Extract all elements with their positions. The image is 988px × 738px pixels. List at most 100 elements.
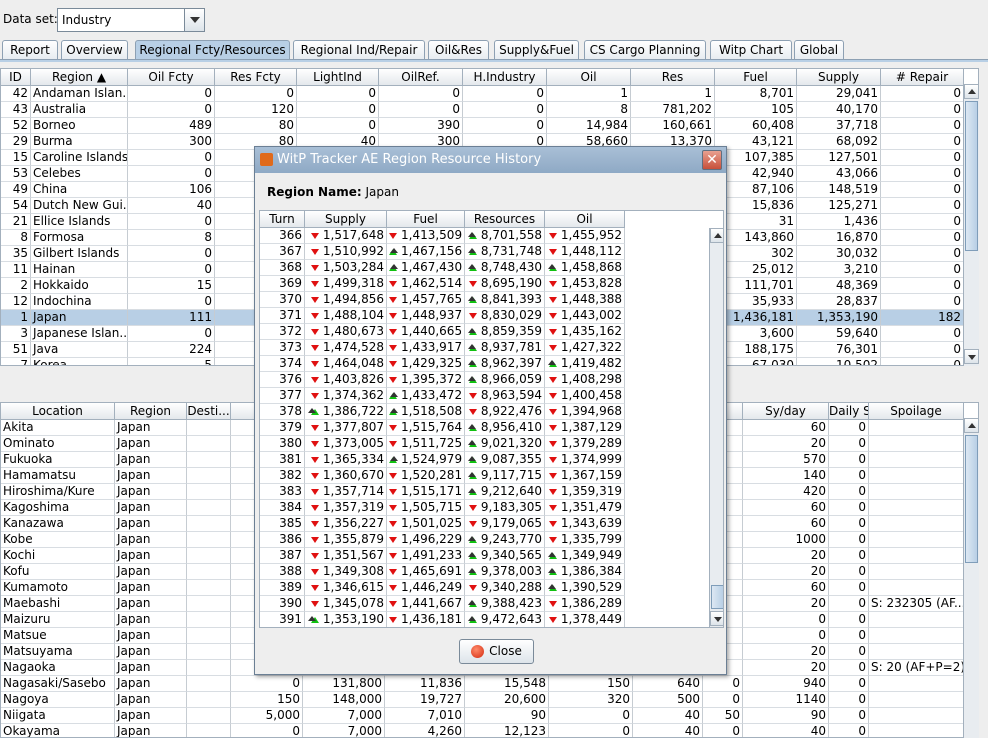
column-header[interactable]: Region bbox=[115, 403, 187, 420]
table-cell: 0 bbox=[743, 628, 829, 644]
table-row[interactable]: 371 1,488,104 1,448,937 8,830,029 1,443,002 bbox=[260, 308, 625, 324]
table-cell: Gilbert Islands bbox=[31, 246, 128, 262]
table-row[interactable]: 377 1,374,362 1,433,472 8,963,594 1,400,458 bbox=[260, 388, 625, 404]
table-row[interactable]: 389 1,346,615 1,446,249 9,340,288 1,390,529 bbox=[260, 580, 625, 596]
table-row[interactable]: 369 1,499,318 1,462,514 8,695,190 1,453,828 bbox=[260, 276, 625, 292]
tab-cs-cargo-planning[interactable]: CS Cargo Planning bbox=[584, 40, 706, 60]
table-row[interactable]: 366 1,517,648 1,413,509 8,701,558 1,455,952 bbox=[260, 228, 625, 244]
scroll-thumb[interactable] bbox=[965, 435, 978, 563]
table-row[interactable]: 380 1,373,005 1,511,725 9,021,320 1,379,289 bbox=[260, 436, 625, 452]
table-row[interactable]: 378 1,386,722 1,518,508 8,922,476 1,394,968 bbox=[260, 404, 625, 420]
column-header[interactable]: Supply bbox=[305, 211, 387, 228]
scroll-up-icon[interactable] bbox=[710, 228, 723, 243]
scroll-thumb[interactable] bbox=[965, 101, 978, 251]
scroll-up-icon[interactable] bbox=[964, 418, 979, 433]
table-row[interactable]: 373 1,474,528 1,433,917 8,937,781 1,427,322 bbox=[260, 340, 625, 356]
chevron-down-icon[interactable] bbox=[184, 9, 204, 31]
column-header[interactable]: Spoilage bbox=[869, 403, 964, 420]
table-row[interactable]: 368 1,503,284 1,467,430 8,748,430 1,458,868 bbox=[260, 260, 625, 276]
column-header[interactable]: ID bbox=[1, 69, 31, 86]
value-cell: 1,379,289 bbox=[545, 436, 625, 452]
tab-global[interactable]: Global bbox=[794, 40, 844, 60]
table-row[interactable]: 383 1,357,714 1,515,171 9,212,640 1,359,319 bbox=[260, 484, 625, 500]
table-row[interactable]: Niigata Japan 5,000 7,000 7,010 90 0 40 50 90 0 bbox=[1, 708, 978, 724]
table-row[interactable]: 391 1,353,190 1,436,181 9,472,643 1,378,449 bbox=[260, 612, 625, 627]
table-cell: 489 bbox=[128, 118, 215, 134]
column-header[interactable]: Oil bbox=[547, 69, 631, 86]
column-header[interactable]: Region ▲ bbox=[31, 69, 128, 86]
column-header[interactable]: Sy/day bbox=[743, 403, 829, 420]
table-row[interactable]: 387 1,351,567 1,491,233 9,340,565 1,349,949 bbox=[260, 548, 625, 564]
table-row[interactable]: 390 1,345,078 1,441,667 9,388,423 1,386,289 bbox=[260, 596, 625, 612]
table-row[interactable]: 43 Australia 0 120 0 0 0 8 781,202 105 40,170 0 bbox=[1, 102, 978, 118]
column-header[interactable]: H.Industry bbox=[463, 69, 547, 86]
turn-cell: 385 bbox=[260, 516, 305, 532]
column-header[interactable]: Oil Fcty bbox=[128, 69, 215, 86]
table-cell bbox=[187, 724, 231, 737]
trend-value: 1,455,952 bbox=[560, 228, 622, 242]
trend-up-icon bbox=[468, 264, 477, 271]
table-row[interactable]: 388 1,349,308 1,465,691 9,378,003 1,386,384 bbox=[260, 564, 625, 580]
column-header[interactable]: Turn bbox=[260, 211, 305, 228]
scroll-down-icon[interactable] bbox=[710, 611, 723, 626]
column-header[interactable]: OilRef. bbox=[379, 69, 463, 86]
trend-value: 1,440,665 bbox=[401, 324, 463, 338]
table-row[interactable]: Okayama Japan 0 7,000 4,260 12,123 0 40 0 40 0 bbox=[1, 724, 978, 737]
close-button[interactable]: Close bbox=[459, 639, 534, 664]
column-header[interactable]: Res bbox=[631, 69, 715, 86]
column-header[interactable]: LightInd bbox=[297, 69, 379, 86]
table-row[interactable]: 379 1,377,807 1,515,764 8,956,410 1,387,129 bbox=[260, 420, 625, 436]
trend-up-icon bbox=[389, 392, 397, 399]
column-header[interactable]: Oil bbox=[545, 211, 625, 228]
table-row[interactable]: 386 1,355,879 1,496,229 9,243,770 1,335,799 bbox=[260, 532, 625, 548]
tab-supply-fuel[interactable]: Supply&Fuel bbox=[494, 40, 579, 60]
column-header[interactable]: Daily Sy bbox=[829, 403, 869, 420]
table-row[interactable]: 374 1,464,048 1,429,325 8,962,397 1,419,482 bbox=[260, 356, 625, 372]
table-row[interactable]: 384 1,357,319 1,505,715 9,183,305 1,351,479 bbox=[260, 500, 625, 516]
dataset-combo[interactable]: Industry bbox=[57, 8, 205, 32]
scroll-down-icon[interactable] bbox=[964, 349, 979, 364]
table-row[interactable]: 367 1,510,992 1,467,156 8,731,748 1,448,112 bbox=[260, 244, 625, 260]
column-header[interactable]: Desti... bbox=[187, 403, 231, 420]
column-header[interactable]: Supply bbox=[797, 69, 881, 86]
scroll-up-icon[interactable] bbox=[964, 84, 979, 99]
column-header[interactable]: Fuel bbox=[387, 211, 465, 228]
table-cell: Caroline Islands bbox=[31, 150, 128, 166]
trend-value: 8,695,190 bbox=[480, 276, 542, 290]
close-icon[interactable]: ✕ bbox=[702, 150, 722, 170]
table-row[interactable]: 52 Borneo 489 80 0 390 0 14,984 160,661 60,408 37,… bbox=[1, 118, 978, 134]
column-header[interactable]: Fuel bbox=[715, 69, 797, 86]
table-row[interactable]: 370 1,494,856 1,457,765 8,841,393 1,448,388 bbox=[260, 292, 625, 308]
tab-regional-ind-repair[interactable]: Regional Ind/Repair bbox=[293, 40, 425, 60]
tab-overview[interactable]: Overview bbox=[61, 40, 128, 60]
table-row[interactable]: Nagoya Japan 150 148,000 19,727 20,600 320 500 0… bbox=[1, 692, 978, 708]
column-header[interactable]: Resources bbox=[465, 211, 545, 228]
column-header[interactable]: # Repair bbox=[881, 69, 964, 86]
table-cell: 148,000 bbox=[303, 692, 385, 708]
dialog-titlebar[interactable]: WitP Tracker AE Region Resource History … bbox=[255, 147, 726, 173]
table-row[interactable]: 372 1,480,673 1,440,665 8,859,359 1,435,162 bbox=[260, 324, 625, 340]
trend-down-icon bbox=[389, 376, 397, 383]
regions-scrollbar[interactable] bbox=[963, 84, 979, 366]
table-cell: 0 bbox=[881, 214, 964, 230]
table-row[interactable]: 376 1,403,826 1,395,372 8,966,059 1,408,298 bbox=[260, 372, 625, 388]
table-cell: 11 bbox=[1, 262, 31, 278]
locations-scrollbar[interactable] bbox=[963, 418, 979, 738]
table-row[interactable]: 42 Andaman Islan... 0 0 0 0 0 1 1 8,701 29,041 0 bbox=[1, 86, 978, 102]
tab-witp-chart[interactable]: Witp Chart bbox=[710, 40, 792, 60]
table-row[interactable]: 381 1,365,334 1,524,979 9,087,355 1,374,999 bbox=[260, 452, 625, 468]
table-row[interactable]: 382 1,360,670 1,520,281 9,117,715 1,367,159 bbox=[260, 468, 625, 484]
tab-oil-res[interactable]: Oil&Res bbox=[428, 40, 489, 60]
turn-cell: 369 bbox=[260, 276, 305, 292]
table-row[interactable]: 385 1,356,227 1,501,025 9,179,065 1,343,639 bbox=[260, 516, 625, 532]
tab-report[interactable]: Report bbox=[2, 40, 58, 60]
history-scrollbar[interactable] bbox=[709, 228, 723, 627]
table-cell: 0 bbox=[549, 708, 633, 724]
column-header[interactable]: Res Fcty bbox=[215, 69, 297, 86]
table-row[interactable]: Nagasaki/Sasebo Japan 0 131,800 11,836 15,548… bbox=[1, 676, 978, 692]
dataset-bar: Data set: Industry bbox=[0, 0, 988, 40]
column-header[interactable]: Location bbox=[1, 403, 115, 420]
scroll-thumb[interactable] bbox=[711, 585, 723, 609]
trend-down-icon bbox=[548, 376, 557, 383]
tab-regional-fcty-resources[interactable]: Regional Fcty/Resources bbox=[135, 40, 290, 60]
